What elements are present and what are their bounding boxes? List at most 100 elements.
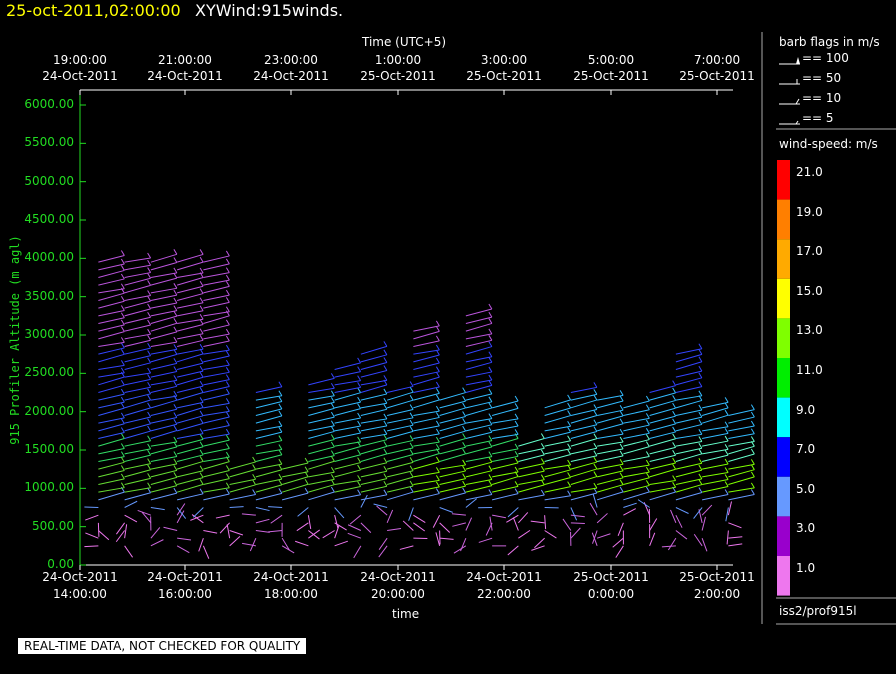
- wind-barb-tick: [120, 319, 125, 326]
- speed-scale-label: 9.0: [796, 402, 816, 417]
- wind-barb: [728, 441, 755, 447]
- wind-barb-tick: [173, 412, 178, 418]
- wind-barb-tick: [357, 403, 362, 409]
- wind-barb-tick: [120, 433, 125, 439]
- wind-barb-tick: [488, 419, 493, 425]
- wind-barb: [268, 506, 283, 508]
- wind-barb-tick: [278, 479, 283, 486]
- wind-barb: [308, 425, 335, 432]
- wind-barb: [465, 431, 492, 439]
- wind-barb: [176, 261, 204, 271]
- wind-barb-tick: [147, 425, 152, 432]
- wind-barb: [176, 438, 204, 447]
- wind-barb-tick: [357, 382, 362, 388]
- wind-barb-tick: [435, 405, 440, 412]
- wind-barb: [353, 545, 362, 559]
- speed-scale-label: 7.0: [796, 442, 816, 457]
- wind-barb: [98, 269, 125, 278]
- wind-barb-tick: [593, 394, 598, 401]
- wind-barb: [124, 339, 151, 347]
- wind-barb: [124, 372, 151, 378]
- wind-barb: [478, 537, 493, 543]
- wind-barb: [544, 415, 571, 424]
- wind-barb: [255, 469, 283, 478]
- wind-barb: [176, 460, 204, 470]
- wind-barb: [203, 461, 230, 470]
- wind-barb: [386, 399, 414, 409]
- wind-barb-tick: [120, 427, 125, 433]
- wind-barb: [570, 408, 597, 416]
- wind-barb-tick: [330, 486, 335, 493]
- wind-barb: [360, 384, 388, 393]
- wind-barb: [439, 478, 466, 485]
- wind-barb: [675, 423, 702, 432]
- wind-barb: [492, 448, 519, 455]
- wind-barb-tick: [383, 420, 388, 427]
- wind-barb: [675, 377, 703, 386]
- wind-barb-tick: [750, 411, 755, 418]
- wind-barb: [451, 513, 466, 516]
- wind-barb-tick: [514, 488, 519, 494]
- wind-barb-tick: [383, 457, 388, 463]
- wind-barb: [702, 426, 729, 432]
- wind-barb-tick: [173, 451, 178, 457]
- wind-barb-tick: [252, 464, 257, 470]
- wind-barb-tick: [409, 465, 414, 472]
- wind-barb-tick: [567, 449, 572, 455]
- wind-barb: [623, 471, 650, 478]
- wind-barb: [150, 315, 178, 324]
- wind-barb: [98, 317, 125, 324]
- wind-barb: [177, 318, 204, 324]
- wind-barb: [124, 393, 151, 401]
- wind-barb-tick: [698, 436, 703, 442]
- wind-barb-tick: [593, 471, 598, 477]
- wind-barb: [623, 424, 650, 432]
- wind-barb: [360, 370, 387, 378]
- wind-barb: [702, 448, 729, 455]
- wind-barb-tick: [540, 474, 545, 480]
- wind-barb: [435, 532, 441, 546]
- wind-barb: [360, 478, 387, 485]
- wind-barb: [675, 441, 702, 447]
- wind-barb: [177, 302, 204, 309]
- wind-barb: [150, 353, 178, 363]
- wind-barb-tick: [619, 458, 624, 465]
- wind-barb: [592, 493, 598, 508]
- wind-barb: [544, 469, 571, 478]
- wind-barb: [255, 386, 282, 393]
- wind-barb-tick: [435, 344, 440, 351]
- wind-barb: [439, 430, 466, 439]
- wind-barb: [150, 423, 177, 432]
- wind-barb-tick: [409, 394, 414, 401]
- wind-barb-tick: [514, 451, 519, 457]
- wind-barb-tick: [488, 474, 493, 480]
- wind-barb: [439, 446, 466, 455]
- wind-barb: [597, 433, 624, 439]
- wind-barb: [176, 276, 204, 286]
- wind-barb-tick: [593, 410, 598, 416]
- wind-barb-tick: [462, 425, 467, 432]
- wind-barb: [85, 514, 99, 521]
- wind-barb: [334, 417, 361, 424]
- wind-barb-tick: [147, 381, 152, 388]
- wind-barb: [84, 545, 99, 548]
- wind-barb-tick: [173, 297, 178, 304]
- wind-barb-tick: [225, 250, 230, 257]
- wind-barb: [518, 438, 545, 447]
- wind-barb-tick: [567, 490, 572, 497]
- wind-barb-tick: [120, 250, 125, 256]
- wind-barb: [465, 494, 492, 501]
- wind-barb: [387, 385, 414, 393]
- wind-barb: [150, 430, 178, 439]
- wind-barb: [334, 486, 361, 493]
- wind-barb: [177, 339, 204, 347]
- wind-barb: [176, 293, 204, 301]
- wind-barb-tick: [488, 441, 493, 448]
- wind-barb: [570, 461, 598, 470]
- wind-barb-tick: [278, 426, 283, 433]
- wind-barb-tick: [225, 267, 230, 273]
- wind-barb-tick: [225, 258, 230, 265]
- wind-barb: [413, 479, 440, 485]
- wind-barb-tick: [698, 419, 703, 425]
- wind-barb: [360, 362, 388, 370]
